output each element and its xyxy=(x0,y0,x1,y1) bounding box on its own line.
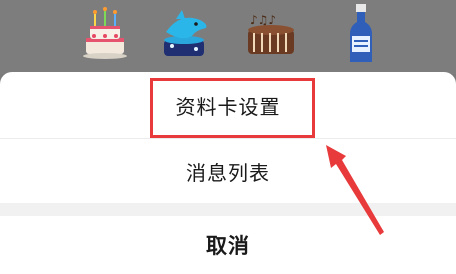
bottle-icon[interactable] xyxy=(330,2,392,64)
cancel-label: 取消 xyxy=(206,234,250,258)
profile-card-settings-label: 资料卡设置 xyxy=(175,94,281,119)
cancel-button[interactable]: 取消 xyxy=(0,216,456,274)
message-list-button[interactable]: 消息列表 xyxy=(0,139,456,203)
dolphin-cake-icon[interactable] xyxy=(152,2,214,64)
dimmed-background: ♪♫♪ xyxy=(0,0,456,74)
action-sheet: 资料卡设置 消息列表 取消 xyxy=(0,72,456,274)
message-list-label: 消息列表 xyxy=(186,160,270,185)
section-gap xyxy=(0,203,456,216)
profile-card-settings-button[interactable]: 资料卡设置 xyxy=(0,72,456,138)
svg-text:♪♫♪: ♪♫♪ xyxy=(250,13,276,27)
birthday-cake-icon[interactable] xyxy=(74,2,136,64)
music-cake-icon[interactable]: ♪♫♪ xyxy=(240,2,302,64)
